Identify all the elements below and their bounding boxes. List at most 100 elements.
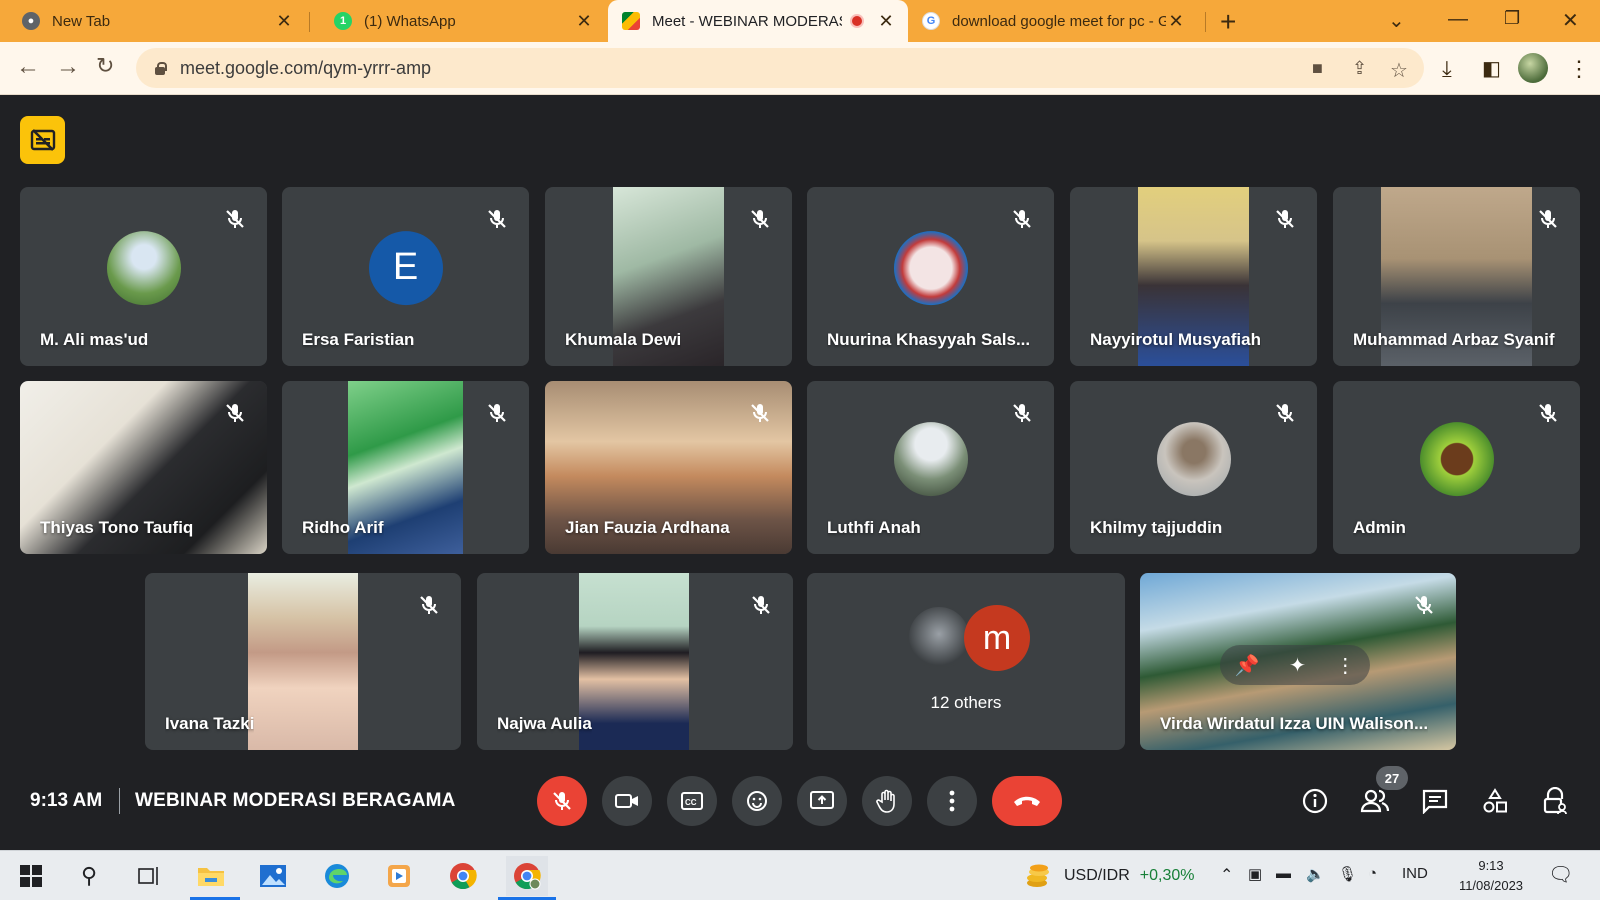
- participant-tile[interactable]: Muhammad Arbaz Syanif: [1333, 187, 1580, 366]
- close-tab-icon[interactable]: ✕: [274, 11, 294, 32]
- more-options-button[interactable]: [927, 776, 977, 826]
- notifications-icon[interactable]: 🗨: [1548, 862, 1573, 887]
- participant-avatar: [907, 605, 971, 669]
- tab-title: Meet - WEBINAR MODERASI: [652, 12, 842, 30]
- mic-toggle-button[interactable]: [537, 776, 587, 826]
- microphone-icon[interactable]: 🎙: [1338, 865, 1357, 883]
- task-view-icon[interactable]: [134, 861, 164, 891]
- tab-search-chevron-icon[interactable]: ⌄: [1388, 8, 1405, 33]
- tab-meet[interactable]: Meet - WEBINAR MODERASI ✕: [608, 0, 908, 42]
- edge-browser-icon[interactable]: [322, 861, 352, 891]
- close-tab-icon[interactable]: ✕: [574, 11, 594, 32]
- bookmark-star-icon[interactable]: ☆: [1390, 58, 1408, 83]
- chrome-profile-icon[interactable]: [506, 856, 548, 896]
- side-panel-icon[interactable]: ◧: [1482, 56, 1501, 81]
- ticker-label: USD/IDR: [1064, 867, 1130, 884]
- people-button[interactable]: [1358, 784, 1392, 818]
- mic-off-icon: [553, 792, 571, 810]
- tab-whatsapp[interactable]: 1 (1) WhatsApp ✕: [312, 0, 606, 42]
- pin-icon[interactable]: 📌: [1235, 653, 1260, 678]
- file-explorer-icon[interactable]: [196, 861, 226, 891]
- raise-hand-button[interactable]: [862, 776, 912, 826]
- volume-icon[interactable]: 🔈: [1306, 865, 1325, 883]
- mic-off-icon: [1536, 401, 1560, 425]
- meeting-info-button[interactable]: [1298, 784, 1332, 818]
- device-icon[interactable]: ▣: [1248, 865, 1262, 883]
- mic-off-icon: [485, 401, 509, 425]
- visual-effects-icon[interactable]: ✦: [1289, 653, 1306, 678]
- activities-button[interactable]: [1478, 784, 1512, 818]
- svg-text:CC: CC: [685, 798, 697, 807]
- host-controls-lock-icon: [1543, 787, 1567, 815]
- participant-tile[interactable]: 📌 ✦ ⋮ Virda Wirdatul Izza UIN Walison...: [1140, 573, 1456, 750]
- participant-tile[interactable]: Luthfi Anah: [807, 381, 1054, 554]
- leave-call-button[interactable]: [992, 776, 1062, 826]
- omnibox[interactable]: meet.google.com/qym-yrrr-amp ■ ⇪ ☆: [136, 48, 1424, 88]
- chrome-icon[interactable]: [448, 861, 478, 891]
- close-tab-icon[interactable]: ✕: [876, 11, 896, 32]
- photos-icon[interactable]: [258, 861, 288, 891]
- chat-button[interactable]: [1418, 784, 1452, 818]
- reload-icon[interactable]: ↻: [96, 53, 114, 79]
- participant-tile[interactable]: Khilmy tajjuddin: [1070, 381, 1317, 554]
- restore-icon[interactable]: ❐: [1504, 8, 1520, 29]
- wifi-icon[interactable]: ◔: [1368, 865, 1377, 882]
- participant-name: Khilmy tajjuddin: [1090, 518, 1223, 537]
- tab-title: New Tab: [52, 12, 111, 30]
- forward-icon[interactable]: →: [56, 53, 80, 81]
- media-player-icon[interactable]: [384, 861, 414, 891]
- battery-icon[interactable]: ▬: [1276, 865, 1291, 882]
- system-clock[interactable]: 9:13 11/08/2023: [1448, 856, 1534, 896]
- participant-tile[interactable]: Khumala Dewi: [545, 187, 792, 366]
- present-button[interactable]: [797, 776, 847, 826]
- participant-tile[interactable]: E Ersa Faristian: [282, 187, 529, 366]
- participant-tile[interactable]: Thiyas Tono Taufiq: [20, 381, 267, 554]
- whatsapp-icon: 1: [334, 12, 352, 30]
- share-icon[interactable]: ⇪: [1352, 58, 1367, 79]
- participant-name: Jian Fauzia Ardhana: [565, 518, 730, 537]
- profile-avatar[interactable]: [1518, 53, 1548, 83]
- participant-name: Virda Wirdatul Izza UIN Walison...: [1160, 714, 1429, 733]
- tab-new-tab[interactable]: ● New Tab ✕: [0, 0, 306, 42]
- tab-title: (1) WhatsApp: [364, 12, 456, 30]
- windows-start-icon[interactable]: [16, 861, 46, 891]
- camera-in-use-icon[interactable]: ■: [1312, 58, 1323, 79]
- minimize-icon[interactable]: —: [1448, 8, 1468, 31]
- browser-menu-icon[interactable]: ⋮: [1568, 56, 1590, 82]
- participant-tile[interactable]: Ridho Arif: [282, 381, 529, 554]
- reactions-button[interactable]: [732, 776, 782, 826]
- close-window-icon[interactable]: ✕: [1562, 8, 1579, 33]
- captions-button[interactable]: CC: [667, 776, 717, 826]
- participant-avatar: [893, 230, 968, 305]
- search-icon[interactable]: ⚲: [74, 861, 104, 891]
- participant-avatar: m: [964, 605, 1030, 671]
- participant-tile[interactable]: Ivana Tazki: [145, 573, 461, 750]
- close-tab-icon[interactable]: ✕: [1166, 11, 1186, 32]
- url-text[interactable]: meet.google.com/qym-yrrr-amp: [180, 58, 431, 79]
- participant-tile[interactable]: M. Ali mas'ud: [20, 187, 267, 366]
- others-tile[interactable]: m 12 others: [807, 573, 1125, 750]
- participant-tile[interactable]: Nayyirotul Musyafiah: [1070, 187, 1317, 366]
- mic-off-icon: [1412, 593, 1436, 617]
- tab-google-search[interactable]: G download google meet for pc - G ✕: [908, 0, 1198, 42]
- system-time: 9:13: [1478, 858, 1504, 873]
- address-bar: ← → ↻ meet.google.com/qym-yrrr-amp ■ ⇪ ☆…: [0, 42, 1600, 95]
- more-vert-icon: [949, 790, 955, 812]
- stock-ticker-widget[interactable]: USD/IDR +0,30%: [1024, 863, 1195, 889]
- camera-toggle-button[interactable]: [602, 776, 652, 826]
- info-icon: [1302, 788, 1328, 814]
- new-tab-button[interactable]: +: [1220, 6, 1236, 38]
- back-icon[interactable]: ←: [16, 53, 40, 81]
- participant-tile[interactable]: Nuurina Khasyyah Sals...: [807, 187, 1054, 366]
- tray-overflow-chevron-icon[interactable]: ⌃: [1220, 865, 1233, 885]
- input-language[interactable]: IND: [1402, 865, 1428, 882]
- participant-tile[interactable]: Admin: [1333, 381, 1580, 554]
- participant-name: Ridho Arif: [302, 518, 384, 537]
- download-icon[interactable]: ⤓: [1442, 56, 1452, 82]
- more-options-icon[interactable]: ⋮: [1335, 653, 1355, 678]
- participant-tile[interactable]: Najwa Aulia: [477, 573, 793, 750]
- host-controls-button[interactable]: [1538, 784, 1572, 818]
- mic-off-icon: [1010, 207, 1034, 231]
- participant-tile[interactable]: Jian Fauzia Ardhana: [545, 381, 792, 554]
- participant-name: Thiyas Tono Taufiq: [40, 518, 194, 537]
